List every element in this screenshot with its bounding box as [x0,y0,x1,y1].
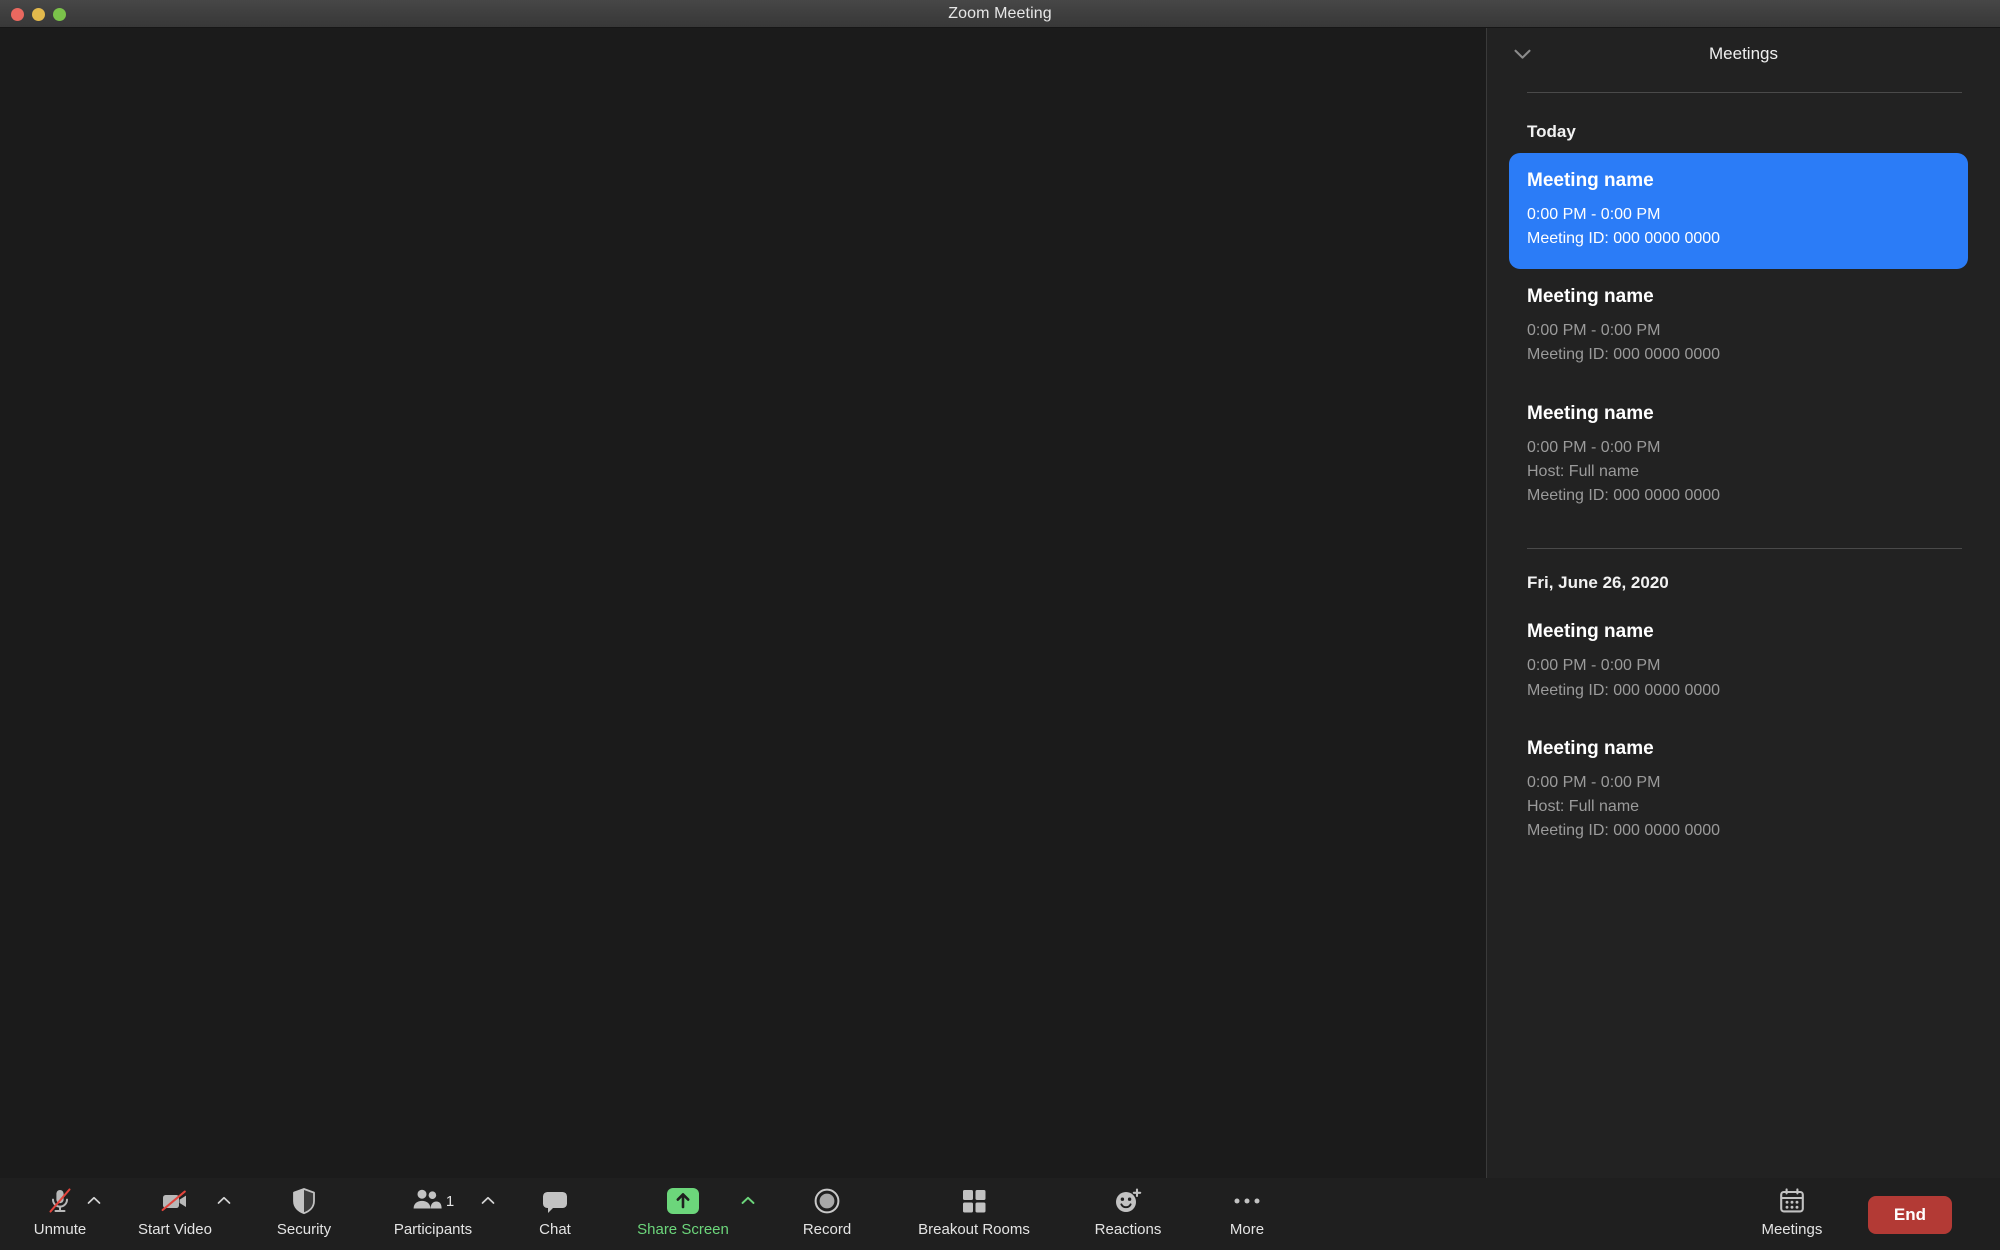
meeting-list-item[interactable]: Meeting name 0:00 PM - 0:00 PM Meeting I… [1527,604,1962,720]
window-titlebar: Zoom Meeting [0,0,2000,28]
security-button[interactable]: Security [256,1178,352,1250]
zoom-meeting-window: Zoom Meeting Meetings Today Meeting name… [0,0,2000,1250]
share-screen-button[interactable]: Share Screen [612,1178,756,1250]
speech-bubble-icon [540,1186,570,1216]
minimize-window-button[interactable] [32,7,45,21]
video-camera-off-icon [159,1186,191,1216]
meeting-controls-toolbar: Unmute Start Video Security 1 Participan… [0,1178,2000,1250]
meeting-id: Meeting ID: 000 0000 0000 [1527,487,1721,505]
people-icon [412,1188,442,1215]
reactions-button[interactable]: Reactions [1068,1178,1188,1250]
meetings-sidebar: Meetings Today Meeting name 0:00 PM - 0:… [1486,28,2000,1178]
meeting-name: Meeting name [1527,170,1654,191]
ellipsis-icon [1232,1186,1262,1216]
meeting-list-item[interactable]: Meeting name 0:00 PM - 0:00 PM Host: Ful… [1527,386,1962,527]
share-options-caret-icon[interactable] [740,1192,756,1208]
record-button-label: Record [802,1221,852,1238]
meeting-time: 0:00 PM - 0:00 PM [1527,205,1661,223]
meeting-id: Meeting ID: 000 0000 0000 [1527,346,1721,364]
meeting-id: Meeting ID: 000 0000 0000 [1527,681,1721,699]
start-video-button[interactable]: Start Video [116,1178,234,1250]
participants-icon-row: 1 [412,1186,454,1216]
participants-button-label: Participants [393,1221,473,1238]
meeting-name: Meeting name [1527,402,1654,424]
record-circle-icon [813,1186,841,1216]
video-canvas [0,28,1486,1178]
breakout-rooms-button[interactable]: Breakout Rooms [894,1178,1054,1250]
breakout-rooms-button-label: Breakout Rooms [918,1221,1030,1238]
smiley-plus-icon [1113,1186,1143,1216]
reactions-button-label: Reactions [1094,1221,1162,1238]
meeting-name: Meeting name [1527,621,1654,643]
meeting-host: Host: Full name [1527,797,1640,815]
chat-button-label: Chat [539,1221,571,1238]
chat-button[interactable]: Chat [520,1178,590,1250]
more-button-label: More [1229,1221,1265,1238]
meeting-time: 0:00 PM - 0:00 PM [1527,438,1661,456]
meeting-list-item[interactable]: Meeting name 0:00 PM - 0:00 PM Meeting I… [1527,269,1962,385]
participants-options-caret-icon[interactable] [480,1192,496,1208]
participants-count: 1 [445,1192,455,1210]
up-arrow-share-icon [667,1186,699,1216]
end-meeting-button[interactable]: End [1867,1196,1952,1234]
meeting-name: Meeting name [1527,286,1654,308]
window-title: Zoom Meeting [948,4,1052,22]
grid-four-squares-icon [960,1186,988,1216]
mute-button-label: Unmute [33,1221,87,1238]
calendar-icon [1778,1186,1806,1216]
meeting-id: Meeting ID: 000 0000 0000 [1527,230,1721,248]
security-button-label: Security [276,1221,332,1238]
shield-icon [291,1186,317,1216]
video-options-caret-icon[interactable] [216,1192,232,1208]
meeting-list-item[interactable]: Meeting name 0:00 PM - 0:00 PM Meeting I… [1509,153,1968,270]
meeting-time: 0:00 PM - 0:00 PM [1527,322,1661,340]
meetings-button-label: Meetings [1761,1221,1823,1238]
close-window-button[interactable] [11,7,24,21]
meeting-time: 0:00 PM - 0:00 PM [1527,773,1661,791]
main-body: Meetings Today Meeting name 0:00 PM - 0:… [0,28,2000,1178]
meeting-name: Meeting name [1527,737,1654,759]
chevron-down-icon[interactable] [1509,41,1535,67]
more-button[interactable]: More [1206,1178,1288,1250]
meeting-host: Host: Full name [1527,462,1640,480]
sidebar-header: Meetings [1487,28,2000,80]
video-stage [0,28,1486,1178]
mute-button[interactable]: Unmute [12,1178,108,1250]
sidebar-title: Meetings [1709,44,1778,63]
participants-button[interactable]: 1 Participants [370,1178,496,1250]
microphone-muted-icon [45,1186,75,1216]
start-video-button-label: Start Video [138,1221,212,1238]
meeting-time: 0:00 PM - 0:00 PM [1527,657,1661,675]
meeting-id: Meeting ID: 000 0000 0000 [1527,822,1721,840]
meetings-list[interactable]: Today Meeting name 0:00 PM - 0:00 PM Mee… [1487,93,2000,1178]
meetings-group-divider [1527,548,1962,550]
share-screen-button-label: Share Screen [637,1221,729,1238]
meetings-group-label: Today [1527,122,1576,141]
meeting-list-item[interactable]: Meeting name 0:00 PM - 0:00 PM Host: Ful… [1527,721,1962,862]
meetings-button[interactable]: Meetings [1738,1178,1846,1250]
audio-options-caret-icon[interactable] [86,1192,102,1208]
record-button[interactable]: Record [780,1178,874,1250]
meetings-group-label: Fri, June 26, 2020 [1527,573,1669,593]
window-controls [11,0,66,28]
maximize-window-button[interactable] [53,7,66,21]
